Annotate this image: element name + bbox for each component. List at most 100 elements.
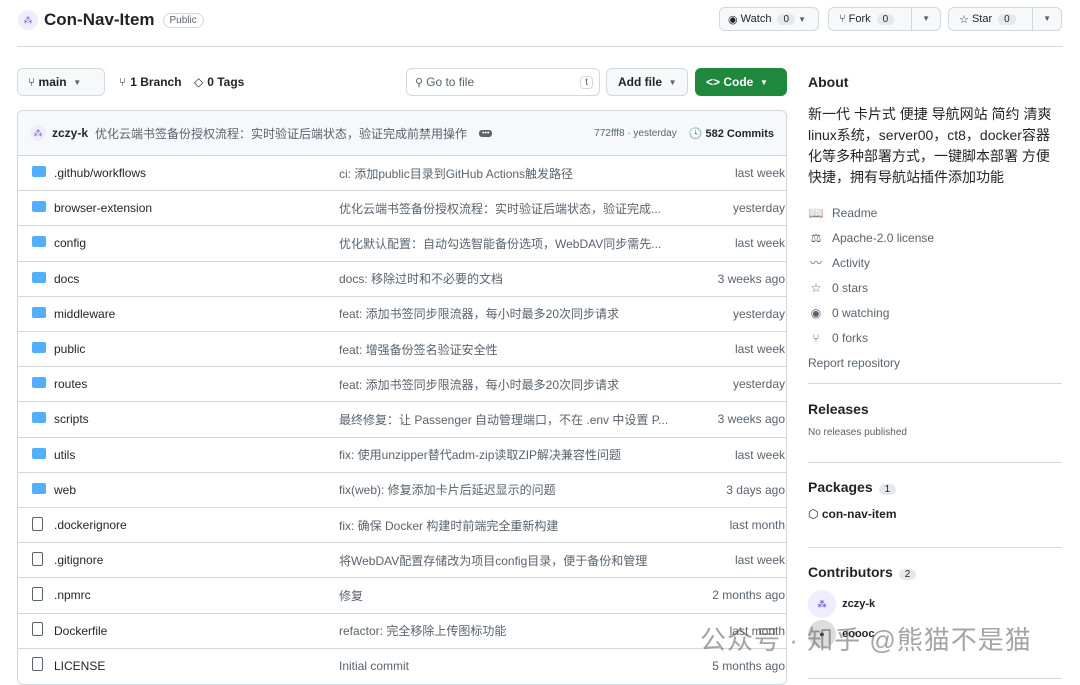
file-row[interactable]: routes feat: 添加书签同步限流器，每小时最多20次同步请求 yest…: [17, 366, 787, 401]
file-date: 3 weeks ago: [717, 412, 785, 427]
code-button[interactable]: <> Code ▼: [695, 68, 787, 96]
releases-title[interactable]: Releases: [808, 401, 1062, 417]
fork-icon: ⑂: [839, 13, 846, 25]
commit-author[interactable]: zczy-k: [52, 126, 88, 140]
file-name[interactable]: Dockerfile: [54, 624, 339, 638]
file-row[interactable]: Dockerfile refactor: 完全移除上传图标功能 last mon…: [17, 612, 787, 648]
contributor[interactable]: ⁂ zczy-k: [808, 590, 1062, 618]
commits-link[interactable]: 🕓 582 Commits: [689, 127, 774, 140]
file-row[interactable]: scripts 最终修复：让 Passenger 自动管理端口，不在 .env …: [17, 401, 787, 436]
file-row[interactable]: middleware feat: 添加书签同步限流器，每小时最多20次同步请求 …: [17, 295, 787, 331]
file-name[interactable]: middleware: [54, 307, 339, 321]
law-icon: ⚖: [810, 230, 822, 245]
code-label: Code: [723, 75, 754, 89]
header-divider: [17, 46, 1063, 47]
file-row[interactable]: web fix(web): 修复添加卡片后延迟显示的问题 3 days ago: [17, 471, 787, 507]
file-name[interactable]: .npmrc: [54, 588, 339, 602]
fork-button[interactable]: ⑂ Fork 0 ▼: [828, 7, 941, 31]
file-commit-message[interactable]: refactor: 完全移除上传图标功能: [339, 622, 679, 639]
file-name[interactable]: .github/workflows: [54, 166, 339, 180]
file-row[interactable]: browser-extension 优化云端书签备份授权流程：实时验证后端状态，…: [17, 190, 787, 225]
commit-message[interactable]: 优化云端书签备份授权流程：实时验证后端状态，验证完成前禁用操作: [95, 125, 467, 142]
tags-link[interactable]: ◇ 0 Tags: [194, 75, 244, 89]
author-avatar: ⁂: [30, 125, 46, 141]
add-file-button[interactable]: Add file ▼: [606, 68, 688, 96]
about-item[interactable]: 〰 Activity: [808, 250, 1062, 275]
about-title: About: [808, 74, 849, 90]
file-commit-message[interactable]: fix(web): 修复添加卡片后延迟显示的问题: [339, 481, 679, 498]
file-commit-message[interactable]: 最终修复：让 Passenger 自动管理端口，不在 .env 中设置 P...: [339, 411, 679, 428]
repo-name[interactable]: Con-Nav-Item: [44, 10, 155, 30]
file-row[interactable]: public feat: 增强备份签名验证安全性 last week: [17, 331, 787, 366]
file-icon: [32, 657, 46, 674]
watermark: 公众号 · 知乎 @熊猫不是猫: [700, 625, 1032, 655]
file-name[interactable]: .gitignore: [54, 553, 339, 567]
star-count: 0: [998, 13, 1016, 25]
packages-title[interactable]: Packages: [808, 479, 873, 495]
file-commit-message[interactable]: feat: 添加书签同步限流器，每小时最多20次同步请求: [339, 376, 679, 393]
file-name[interactable]: public: [54, 342, 339, 356]
fork-dropdown[interactable]: ▼: [911, 8, 940, 30]
package-item[interactable]: ⬡ con-nav-item: [808, 507, 1062, 521]
file-row[interactable]: docs docs: 移除过时和不必要的文档 3 weeks ago: [17, 260, 787, 296]
contributors-title[interactable]: Contributors: [808, 564, 893, 580]
file-row[interactable]: .github/workflows ci: 添加public目录到GitHub …: [17, 155, 787, 190]
chevron-down-icon: ▼: [798, 14, 806, 24]
folder-icon: [32, 201, 46, 215]
go-to-file-input[interactable]: ⚲ Go to file t: [406, 68, 600, 96]
file-name[interactable]: LICENSE: [54, 659, 339, 673]
report-repository-link[interactable]: Report repository: [808, 350, 1062, 375]
fork-label: Fork: [848, 13, 871, 25]
commit-hash-time[interactable]: 772fff8 · yesterday: [594, 128, 676, 139]
file-name[interactable]: routes: [54, 377, 339, 391]
file-commit-message[interactable]: 优化云端书签备份授权流程：实时验证后端状态，验证完成...: [339, 200, 679, 217]
file-commit-message[interactable]: feat: 增强备份签名验证安全性: [339, 341, 679, 358]
file-name[interactable]: scripts: [54, 412, 339, 426]
package-name: con-nav-item: [821, 507, 897, 521]
file-commit-message[interactable]: ci: 添加public目录到GitHub Actions触发路径: [339, 165, 679, 182]
packages-section: Packages 1 ⬡ con-nav-item: [808, 479, 1062, 521]
shortcut-key: t: [580, 75, 593, 89]
file-row[interactable]: utils fix: 使用unzipper替代adm-zip读取ZIP解决兼容性…: [17, 436, 787, 472]
about-item-label: Apache-2.0 license: [832, 230, 935, 245]
watch-button[interactable]: ◉ Watch 0 ▼: [719, 7, 819, 31]
about-item[interactable]: ⚖ Apache-2.0 license: [808, 225, 1062, 250]
file-row[interactable]: config 优化默认配置：自动勾选智能备份选项，WebDAV同步需先... l…: [17, 225, 787, 260]
file-commit-message[interactable]: 优化默认配置：自动勾选智能备份选项，WebDAV同步需先...: [339, 235, 679, 252]
star-button[interactable]: ☆ Star 0 ▼: [948, 7, 1062, 31]
branch-icon: ⑂: [28, 75, 36, 89]
file-commit-message[interactable]: Initial commit: [339, 659, 679, 673]
file-name[interactable]: utils: [54, 448, 339, 462]
file-commit-message[interactable]: 修复: [339, 587, 679, 604]
about-item[interactable]: 📖 Readme: [808, 200, 1062, 225]
file-date: last week: [734, 553, 785, 568]
branches-link[interactable]: ⑂ 1 Branch: [119, 75, 182, 89]
file-row[interactable]: .gitignore 将WebDAV配置存储改为项目config目录，便于备份和…: [17, 542, 787, 577]
file-row[interactable]: .dockerignore fix: 确保 Docker 构建时前端完全重新构建…: [17, 507, 787, 542]
file-row[interactable]: LICENSE Initial commit 5 months ago: [17, 647, 787, 683]
owner-avatar[interactable]: ⁂: [18, 10, 38, 30]
file-name[interactable]: config: [54, 236, 339, 250]
about-item[interactable]: ⑂ 0 forks: [808, 325, 1062, 350]
folder-icon: [32, 166, 46, 180]
about-item[interactable]: ◉ 0 watching: [808, 300, 1062, 325]
file-commit-message[interactable]: feat: 添加书签同步限流器，每小时最多20次同步请求: [339, 305, 679, 322]
file-name[interactable]: web: [54, 483, 339, 497]
file-row[interactable]: .npmrc 修复 2 months ago: [17, 577, 787, 612]
branch-selector[interactable]: ⑂ main ▼: [17, 68, 105, 96]
contributor-name: zczy-k: [842, 598, 876, 610]
file-commit-message[interactable]: docs: 移除过时和不必要的文档: [339, 270, 679, 287]
file-name[interactable]: browser-extension: [54, 201, 339, 215]
file-commit-message[interactable]: fix: 使用unzipper替代adm-zip读取ZIP解决兼容性问题: [339, 446, 679, 463]
file-commit-message[interactable]: fix: 确保 Docker 构建时前端完全重新构建: [339, 517, 679, 534]
file-date: last month: [729, 518, 785, 532]
repo-header: ⁂ Con-Nav-Item Public: [18, 10, 204, 30]
ellipsis-icon[interactable]: •••: [479, 129, 493, 137]
history-icon: 🕓: [688, 127, 703, 140]
star-dropdown[interactable]: ▼: [1032, 8, 1061, 30]
about-item-label: Activity: [832, 255, 871, 270]
file-name[interactable]: docs: [54, 272, 339, 286]
file-commit-message[interactable]: 将WebDAV配置存储改为项目config目录，便于备份和管理: [339, 552, 679, 569]
file-name[interactable]: .dockerignore: [54, 518, 339, 532]
about-item[interactable]: ☆ 0 stars: [808, 275, 1062, 300]
